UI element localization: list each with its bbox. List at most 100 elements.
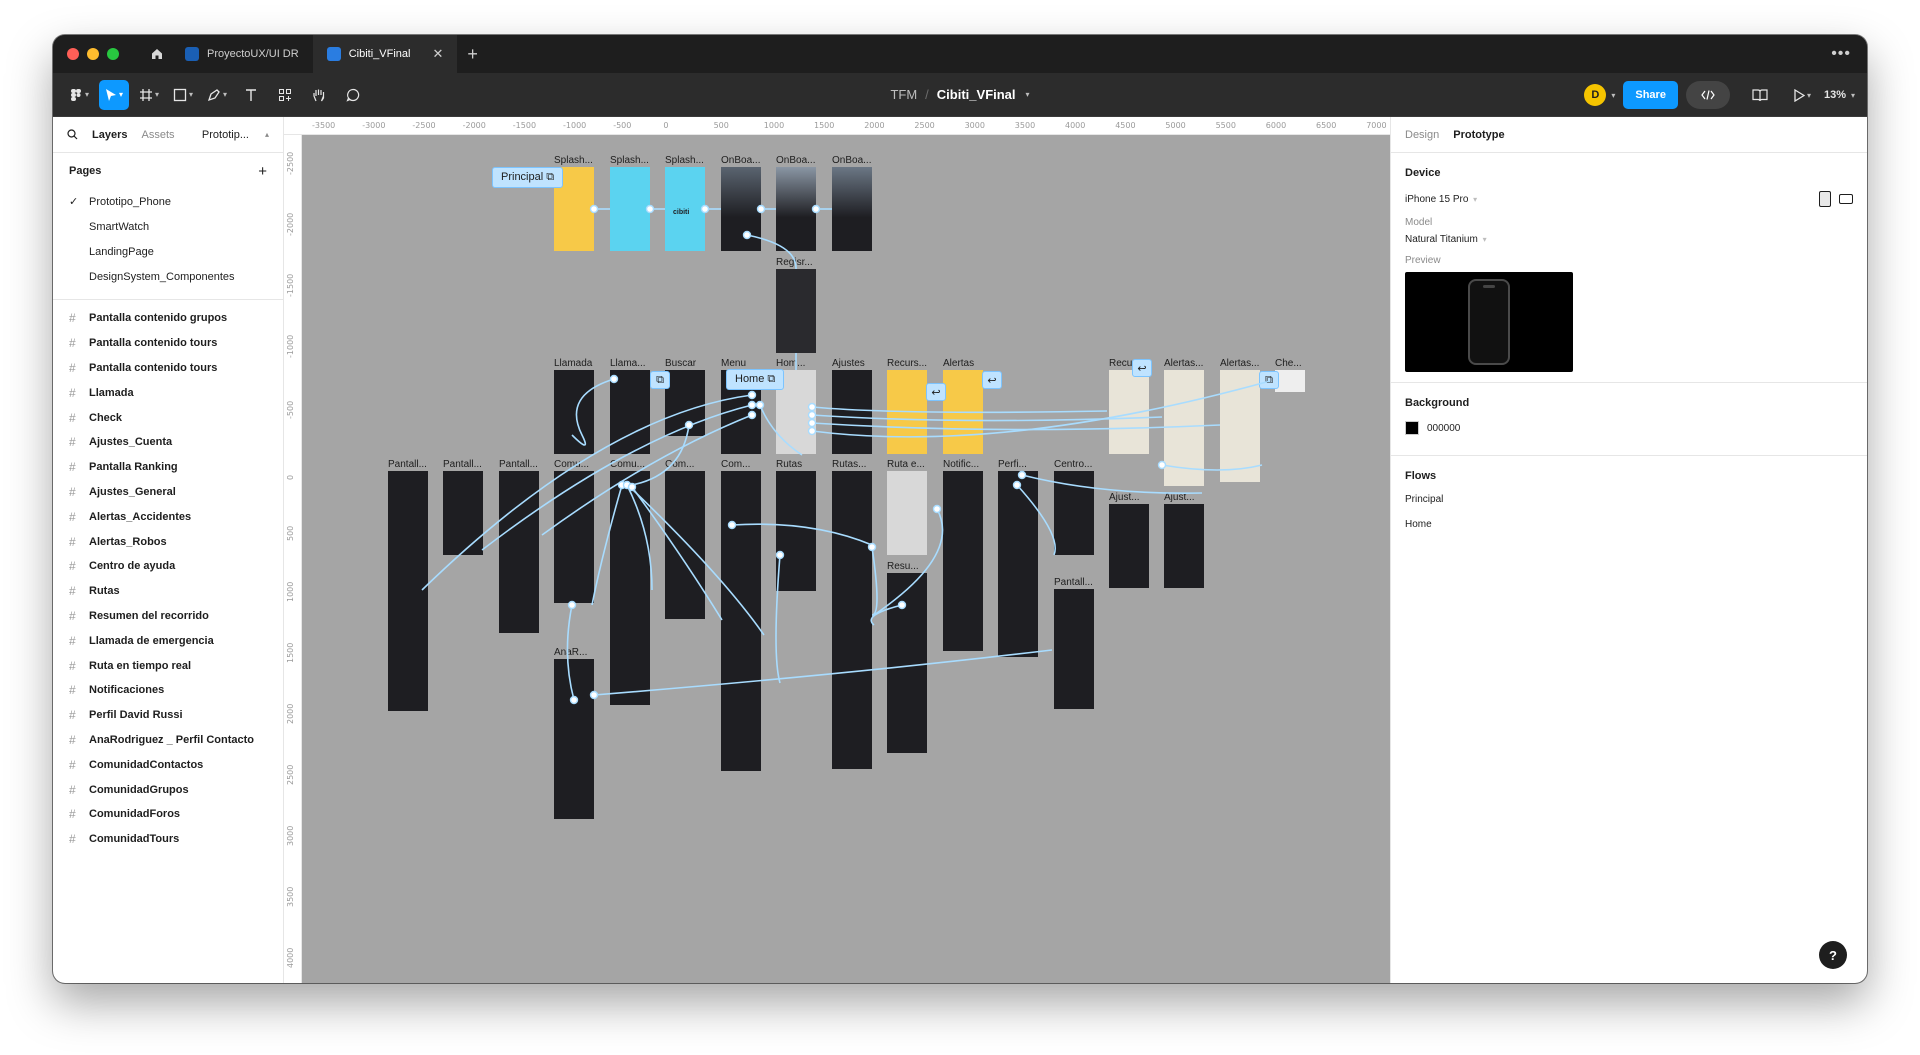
- pages-header: Pages +: [53, 153, 283, 189]
- page-item[interactable]: ✓ Prototipo_Phone: [53, 189, 283, 214]
- share-button[interactable]: Share: [1623, 81, 1678, 109]
- frame-icon: #: [69, 608, 76, 623]
- layer-item[interactable]: # Pantalla Ranking: [53, 455, 283, 480]
- background-section: Background 000000: [1391, 383, 1867, 456]
- dev-mode-toggle[interactable]: [1685, 81, 1730, 109]
- file-icon: [185, 47, 199, 61]
- canvas[interactable]: Splash... Splash... Splash... cibiti OnB…: [302, 135, 1390, 983]
- portrait-icon[interactable]: [1819, 191, 1831, 207]
- layer-item[interactable]: # AnaRodriguez _ Perfil Contacto: [53, 728, 283, 753]
- layer-item[interactable]: # Rutas: [53, 579, 283, 604]
- pen-tool-button[interactable]: ▾: [203, 80, 231, 110]
- layer-item[interactable]: # Pantalla contenido tours: [53, 356, 283, 381]
- frame-tool-button[interactable]: ▾: [135, 80, 163, 110]
- tab-prototype-page[interactable]: Prototip...: [202, 129, 249, 141]
- layer-label: Pantalla contenido tours: [89, 337, 218, 350]
- flow-item[interactable]: Home: [1405, 519, 1853, 530]
- zoom-control[interactable]: 13% ▾: [1824, 89, 1855, 101]
- comment-tool-button[interactable]: [339, 80, 367, 110]
- frame-icon: #: [69, 460, 76, 475]
- model-label: Model: [1405, 217, 1433, 228]
- model-select[interactable]: Natural Titanium ▾: [1405, 234, 1853, 245]
- ruler-tick-label: -500: [613, 121, 632, 130]
- layer-label: ComunidadGrupos: [89, 783, 189, 796]
- tab-layers[interactable]: Layers: [92, 129, 127, 141]
- file-name[interactable]: Cibiti_VFinal: [937, 87, 1016, 102]
- layer-label: Pantalla contenido tours: [89, 361, 218, 374]
- new-tab-icon[interactable]: +: [467, 44, 478, 65]
- layer-item[interactable]: # ComunidadForos: [53, 802, 283, 827]
- layer-label: Ajustes_General: [89, 485, 176, 498]
- project-name[interactable]: TFM: [890, 87, 917, 102]
- multiplayer-avatars[interactable]: D ▾: [1584, 84, 1615, 106]
- layer-item[interactable]: # Resumen del recorrido: [53, 604, 283, 629]
- hand-icon: [313, 89, 325, 101]
- chevron-up-icon[interactable]: ▴: [265, 130, 269, 139]
- search-icon[interactable]: [67, 129, 78, 140]
- layer-item[interactable]: # ComunidadContactos: [53, 752, 283, 777]
- frame-icon: #: [69, 311, 76, 326]
- layer-item[interactable]: # Ajustes_General: [53, 480, 283, 505]
- chevron-down-icon[interactable]: ▾: [1026, 90, 1030, 99]
- frame-icon: #: [69, 832, 76, 847]
- tab-proyecto[interactable]: ProyectoUX/UI DR: [171, 35, 313, 73]
- layer-item[interactable]: # Alertas_Accidentes: [53, 504, 283, 529]
- tab-design[interactable]: Design: [1405, 129, 1439, 141]
- library-button[interactable]: [1746, 80, 1774, 110]
- layer-item[interactable]: # ComunidadGrupos: [53, 777, 283, 802]
- layer-label: ComunidadForos: [89, 808, 181, 821]
- move-tool-button[interactable]: ▾: [99, 79, 130, 110]
- resources-tool-button[interactable]: [271, 80, 299, 110]
- ruler-tick-label: 2500: [286, 764, 295, 785]
- present-button[interactable]: ▾: [1788, 80, 1816, 110]
- tab-prototype[interactable]: Prototype: [1453, 129, 1504, 141]
- prototype-connections: [421, 204, 1271, 705]
- tab-cibiti[interactable]: Cibiti_VFinal ✕: [312, 35, 458, 73]
- more-menu-icon[interactable]: •••: [1831, 45, 1851, 63]
- home-icon[interactable]: [143, 40, 171, 68]
- ruler-tick-label: 2000: [286, 703, 295, 724]
- orientation-toggle[interactable]: [1819, 191, 1853, 207]
- section-title: Device: [1405, 167, 1441, 179]
- layer-item[interactable]: # Pantalla contenido grupos: [53, 306, 283, 331]
- layer-item[interactable]: # Pantalla contenido tours: [53, 331, 283, 356]
- avatar: D: [1584, 84, 1607, 106]
- layer-item[interactable]: # Alertas_Robos: [53, 529, 283, 554]
- layer-item[interactable]: # Perfil David Russi: [53, 703, 283, 728]
- frame-icon: #: [69, 559, 76, 574]
- add-page-icon[interactable]: +: [258, 163, 267, 180]
- page-item[interactable]: DesignSystem_Componentes: [53, 264, 283, 289]
- frame-icon: #: [69, 757, 76, 772]
- ruler-tick-label: -2000: [462, 121, 486, 130]
- ruler-tick-label: 3000: [286, 825, 295, 846]
- page-item[interactable]: LandingPage: [53, 239, 283, 264]
- tab-assets[interactable]: Assets: [141, 129, 174, 141]
- background-color-field[interactable]: 000000: [1405, 421, 1853, 435]
- close-window-button[interactable]: [67, 48, 79, 60]
- maximize-window-button[interactable]: [107, 48, 119, 60]
- color-swatch[interactable]: [1405, 421, 1419, 435]
- layer-item[interactable]: # Ajustes_Cuenta: [53, 430, 283, 455]
- layer-item[interactable]: # Check: [53, 405, 283, 430]
- minimize-window-button[interactable]: [87, 48, 99, 60]
- help-button[interactable]: ?: [1819, 941, 1847, 969]
- layer-item[interactable]: # Llamada de emergencia: [53, 628, 283, 653]
- layer-item[interactable]: # ComunidadTours: [53, 827, 283, 852]
- layer-item[interactable]: # Centro de ayuda: [53, 554, 283, 579]
- ruler-tick-label: 1500: [814, 121, 835, 130]
- layer-item[interactable]: # Notificaciones: [53, 678, 283, 703]
- ruler-tick-label: -1000: [563, 121, 587, 130]
- close-tab-icon[interactable]: ✕: [432, 46, 443, 62]
- landscape-icon[interactable]: [1839, 194, 1853, 204]
- main-menu-button[interactable]: ▾: [65, 80, 93, 110]
- hand-tool-button[interactable]: [305, 80, 333, 110]
- device-select[interactable]: iPhone 15 Pro ▾: [1405, 191, 1853, 207]
- text-tool-button[interactable]: [237, 80, 265, 110]
- layer-item[interactable]: # Llamada: [53, 380, 283, 405]
- page-item[interactable]: SmartWatch: [53, 214, 283, 239]
- play-icon: [1794, 88, 1805, 102]
- flow-item[interactable]: Principal: [1405, 494, 1853, 505]
- ruler-tick-label: 7000: [1366, 121, 1387, 130]
- layer-item[interactable]: # Ruta en tiempo real: [53, 653, 283, 678]
- shape-tool-button[interactable]: ▾: [169, 80, 197, 110]
